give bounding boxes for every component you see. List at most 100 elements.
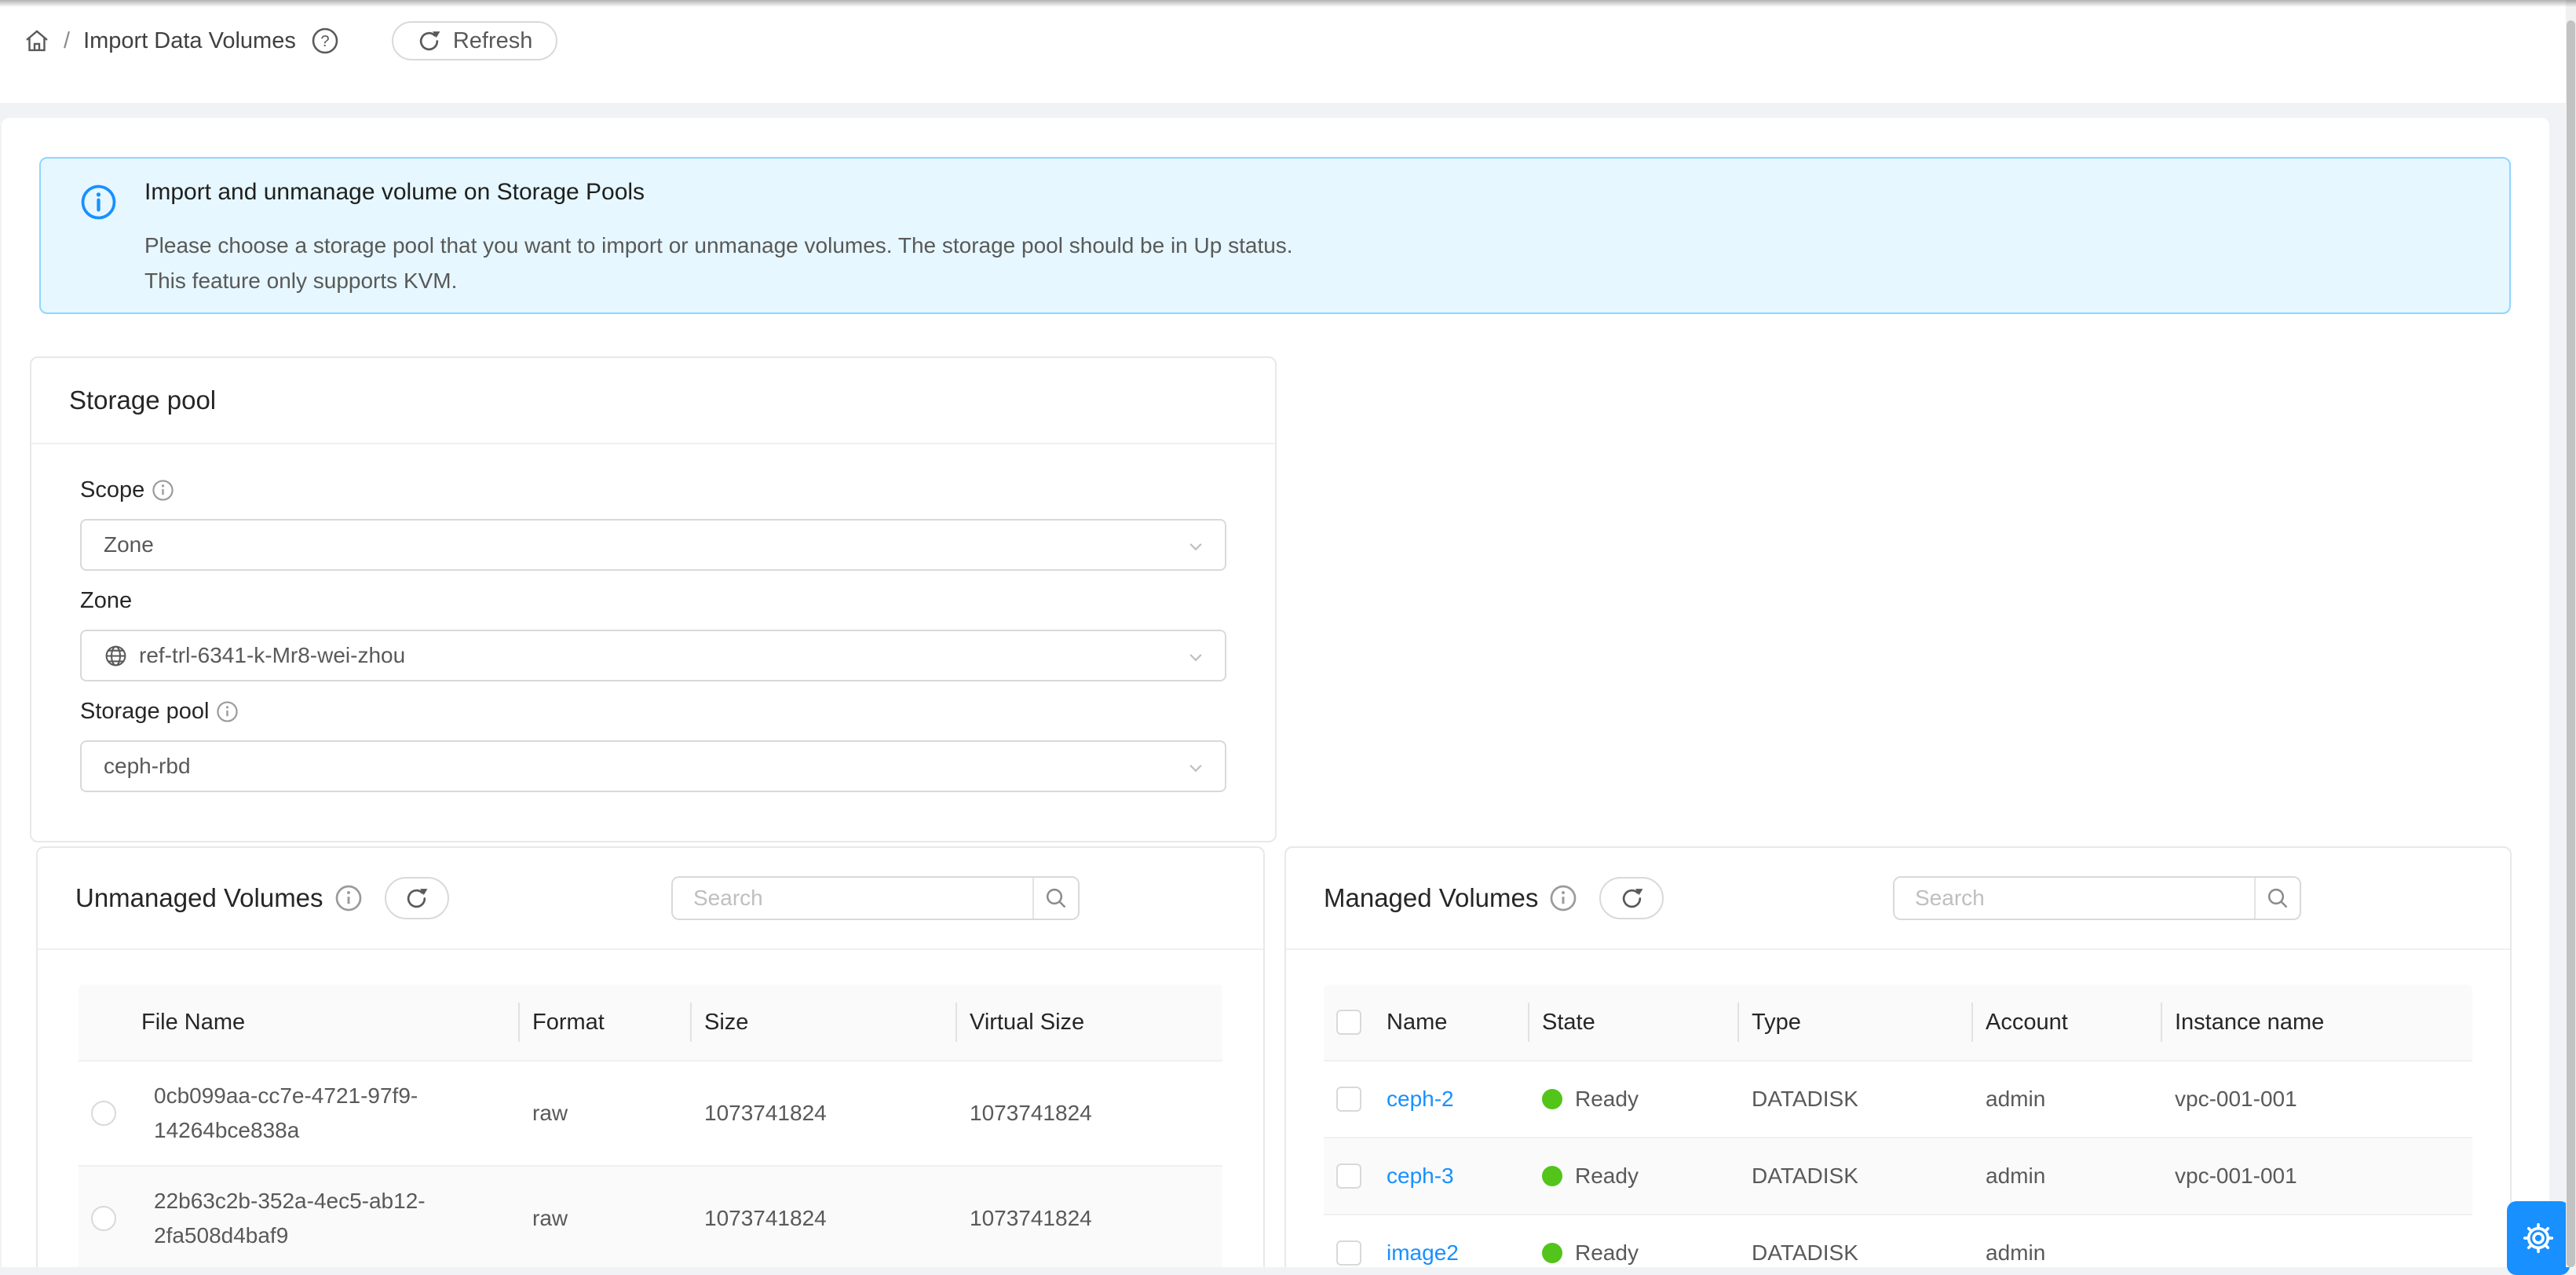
managed-refresh-button[interactable]	[1599, 877, 1664, 919]
status-dot-icon	[1542, 1089, 1562, 1109]
managed-header-state: State	[1529, 985, 1739, 1060]
unmanaged-search-button[interactable]	[1032, 878, 1078, 919]
file-name-line1: 0cb099aa-cc7e-4721-97f9-	[154, 1083, 418, 1108]
zone-label-row: Zone	[80, 588, 1226, 614]
svg-text:?: ?	[320, 33, 329, 50]
state-label: Ready	[1575, 1087, 1639, 1112]
breadcrumb-current: Import Data Volumes	[83, 28, 296, 54]
reload-icon	[404, 886, 429, 911]
alert-title: Import and unmanage volume on Storage Po…	[144, 179, 645, 206]
unmanaged-table-header: File Name Format Size Virtual Size	[79, 985, 1222, 1060]
managed-search-button[interactable]	[2254, 878, 2300, 919]
managed-table-header: Name State Type Account Instance name	[1324, 985, 2472, 1060]
storage-pool-card-body: Scope Zone Zone	[31, 444, 1275, 792]
info-circle-icon	[152, 479, 174, 502]
refresh-button[interactable]: Refresh	[392, 21, 558, 60]
unmanaged-table-body: 0cb099aa-cc7e-4721-97f9- 14264bce838a ra…	[79, 1060, 1222, 1267]
cell-type: DATADISK	[1739, 1240, 1973, 1266]
volume-name-link[interactable]: ceph-3	[1387, 1164, 1454, 1189]
cell-format: raw	[520, 1206, 692, 1231]
storage-pool-card: Storage pool Scope Zone	[30, 356, 1277, 842]
table-row[interactable]: 22b63c2b-352a-4ec5-ab12- 2fa508d4baf9 ra…	[79, 1165, 1222, 1267]
status-dot-icon	[1542, 1166, 1562, 1186]
unmanaged-volumes-card: Unmanaged Volumes	[36, 846, 1265, 1267]
managed-header-account: Account	[1973, 985, 2162, 1060]
managed-search	[1893, 876, 2301, 920]
alert-line-2: This feature only supports KVM.	[144, 263, 1293, 298]
reload-icon	[417, 29, 441, 53]
table-row[interactable]: ceph-2 Ready DATADISK admin vpc-001-001	[1324, 1060, 2472, 1137]
unmanaged-refresh-button[interactable]	[385, 877, 449, 919]
info-circle-icon	[334, 884, 363, 912]
globe-icon	[104, 644, 128, 668]
alert-description: Please choose a storage pool that you wa…	[144, 228, 1293, 298]
row-radio[interactable]	[91, 1101, 116, 1126]
cell-size: 1073741824	[692, 1101, 957, 1126]
table-row[interactable]: ceph-3 Ready DATADISK admin vpc-001-001	[1324, 1137, 2472, 1214]
managed-search-input[interactable]	[1895, 878, 2254, 919]
refresh-button-label: Refresh	[453, 28, 533, 54]
magnifier-icon	[1043, 886, 1069, 911]
zone-select[interactable]: ref-trl-6341-k-Mr8-wei-zhou	[80, 630, 1226, 681]
table-row[interactable]: image2 Ready DATADISK admin	[1324, 1214, 2472, 1267]
cell-state: Ready	[1529, 1164, 1739, 1189]
zone-label: Zone	[80, 588, 132, 614]
unmanaged-search-input[interactable]	[673, 878, 1032, 919]
pool-select[interactable]: ceph-rbd	[80, 740, 1226, 792]
cell-virtual-size: 1073741824	[957, 1206, 1226, 1231]
select-all-checkbox[interactable]	[1336, 1010, 1361, 1035]
storage-pool-card-title: Storage pool	[31, 358, 1275, 444]
volume-name-link[interactable]: image2	[1387, 1240, 1459, 1266]
pool-label-row: Storage pool	[80, 699, 1226, 725]
row-radio[interactable]	[91, 1206, 116, 1231]
cell-file-name: 0cb099aa-cc7e-4721-97f9- 14264bce838a	[129, 1061, 520, 1165]
scrollbar-thumb[interactable]	[2567, 20, 2575, 1267]
managed-volumes-header: Managed Volumes	[1286, 848, 2510, 950]
unmanaged-header-select-col	[79, 985, 129, 1060]
file-name-line2: 2fa508d4baf9	[154, 1223, 288, 1248]
settings-fab-button[interactable]	[2507, 1201, 2570, 1275]
reload-icon	[1620, 886, 1644, 911]
cell-account: admin	[1973, 1240, 2162, 1266]
unmanaged-volumes-header: Unmanaged Volumes	[38, 848, 1263, 950]
cell-virtual-size: 1073741824	[957, 1101, 1226, 1126]
home-icon[interactable]	[24, 27, 50, 54]
page-scrollbar	[2566, 0, 2576, 1267]
managed-header-instance-name: Instance name	[2162, 985, 2476, 1060]
row-checkbox[interactable]	[1336, 1164, 1361, 1189]
table-row[interactable]: 0cb099aa-cc7e-4721-97f9- 14264bce838a ra…	[79, 1060, 1222, 1165]
pool-label: Storage pool	[80, 699, 209, 725]
status-dot-icon	[1542, 1243, 1562, 1263]
info-circle-icon	[80, 184, 117, 221]
row-checkbox[interactable]	[1336, 1240, 1361, 1266]
alert-line-1: Please choose a storage pool that you wa…	[144, 228, 1293, 263]
pool-select-value: ceph-rbd	[104, 754, 191, 779]
managed-header-select-col	[1324, 985, 1374, 1060]
cell-instance-name: vpc-001-001	[2162, 1087, 2476, 1112]
chevron-down-icon	[1184, 535, 1208, 558]
managed-table-body: ceph-2 Ready DATADISK admin vpc-001-001 …	[1324, 1060, 2472, 1267]
cell-state: Ready	[1529, 1087, 1739, 1112]
scope-label: Scope	[80, 477, 144, 503]
chevron-down-icon	[1184, 756, 1208, 780]
cell-type: DATADISK	[1739, 1087, 1973, 1112]
cell-size: 1073741824	[692, 1206, 957, 1231]
scope-select[interactable]: Zone	[80, 519, 1226, 571]
unmanaged-header-file-name: File Name	[129, 985, 520, 1060]
cell-format: raw	[520, 1101, 692, 1126]
state-label: Ready	[1575, 1164, 1639, 1189]
question-circle-icon[interactable]: ?	[311, 27, 339, 55]
breadcrumb-separator: /	[64, 28, 70, 54]
zone-select-value: ref-trl-6341-k-Mr8-wei-zhou	[139, 643, 405, 668]
row-checkbox[interactable]	[1336, 1087, 1361, 1112]
unmanaged-header-virtual-size: Virtual Size	[957, 985, 1226, 1060]
cell-file-name: 22b63c2b-352a-4ec5-ab12- 2fa508d4baf9	[129, 1167, 520, 1267]
unmanaged-header-format: Format	[520, 985, 692, 1060]
cell-instance-name: vpc-001-001	[2162, 1164, 2476, 1189]
file-name-line1: 22b63c2b-352a-4ec5-ab12-	[154, 1189, 426, 1213]
info-circle-icon	[1549, 884, 1577, 912]
volume-name-link[interactable]: ceph-2	[1387, 1087, 1454, 1112]
top-bar: / Import Data Volumes ? Refresh	[0, 0, 2567, 103]
unmanaged-header-size: Size	[692, 985, 957, 1060]
breadcrumb: / Import Data Volumes ? Refresh	[24, 0, 557, 82]
